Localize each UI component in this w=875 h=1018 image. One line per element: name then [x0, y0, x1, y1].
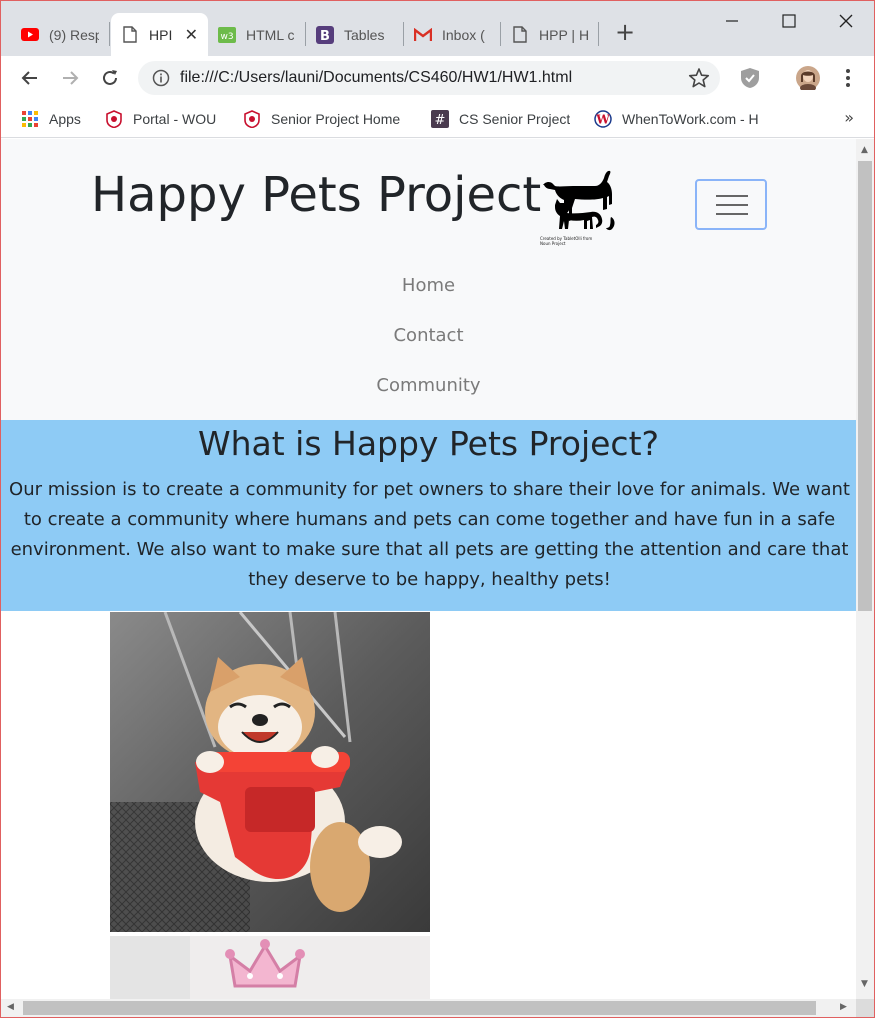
- tab-separator: [109, 22, 110, 46]
- close-tab-icon[interactable]: ✕: [185, 25, 198, 45]
- forward-button[interactable]: [56, 64, 84, 92]
- svg-text:#: #: [435, 113, 446, 128]
- hamburger-icon: [716, 195, 748, 197]
- tab-separator: [598, 22, 599, 46]
- hamburger-icon: [716, 204, 748, 206]
- new-tab-button[interactable]: +: [611, 18, 639, 46]
- wou-shield-icon: [105, 110, 123, 128]
- bookmark-label: WhenToWork.com - H: [622, 111, 759, 127]
- tab-bootstrap[interactable]: B Tables: [306, 13, 404, 56]
- hero-text: Our mission is to create a community for…: [9, 479, 850, 590]
- gmail-icon: [414, 26, 432, 44]
- tab-youtube[interactable]: (9) Resp: [11, 13, 109, 56]
- tab-title: HPP | H: [539, 26, 588, 43]
- back-button[interactable]: [16, 64, 44, 92]
- scroll-left-icon[interactable]: ◀: [7, 1002, 14, 1012]
- shield-extension-icon[interactable]: [738, 66, 762, 90]
- scrollbar-corner: [856, 999, 874, 1017]
- bookmark-label: Senior Project Home: [271, 111, 401, 127]
- vertical-scrollbar[interactable]: ▲ ▼: [856, 139, 874, 999]
- address-bar[interactable]: file:///C:/Users/launi/Documents/CS460/H…: [138, 61, 720, 95]
- bookmark-label: Apps: [49, 111, 81, 127]
- tab-active[interactable]: HPI ✕: [111, 13, 208, 56]
- svg-text:B: B: [320, 29, 330, 44]
- close-window-button[interactable]: [826, 7, 866, 35]
- forward-arrow-icon: [63, 71, 79, 85]
- whentowork-icon: W: [594, 110, 612, 128]
- logo-caption: Created by TabletOlli from Noun Project: [540, 236, 593, 246]
- nav-link-contact[interactable]: Contact: [1, 325, 856, 346]
- horizontal-scroll-thumb[interactable]: [23, 1001, 816, 1015]
- bookmark-senior-project-home[interactable]: Senior Project Home: [243, 108, 400, 130]
- browser-toolbar: file:///C:/Users/launi/Documents/CS460/H…: [1, 56, 874, 100]
- page-viewport: Happy Pets Project Created by TabletOlli…: [1, 139, 856, 999]
- bootstrap-icon: B: [316, 25, 334, 44]
- back-arrow-icon: [21, 71, 37, 85]
- tab-title: Inbox (: [442, 26, 485, 43]
- bookmark-label: CS Senior Project: [459, 111, 571, 127]
- tab-html[interactable]: w3 HTML c: [208, 13, 306, 56]
- reload-icon: [103, 70, 117, 85]
- bookmark-whentowork[interactable]: W WhenToWork.com - H: [594, 108, 766, 130]
- url-text[interactable]: file:///C:/Users/launi/Documents/CS460/H…: [180, 69, 572, 87]
- scroll-right-icon[interactable]: ▶: [840, 1002, 847, 1012]
- bookmarks-overflow-icon[interactable]: »: [844, 108, 854, 127]
- bookmarks-bar: Apps Portal - WOU Senior Project Home # …: [1, 100, 874, 138]
- bookmark-portal-wou[interactable]: Portal - WOU: [105, 108, 216, 130]
- tab-strip: (9) Resp HPI ✕ w3 HTML c B Tables Inbox …: [1, 1, 874, 56]
- hero-section: What is Happy Pets Project? Our mission …: [1, 420, 856, 611]
- tab-title: HTML c: [246, 26, 295, 43]
- scroll-down-icon[interactable]: ▼: [861, 979, 868, 989]
- bookmark-star-icon[interactable]: [688, 67, 710, 89]
- svg-text:w3: w3: [220, 32, 233, 42]
- wou-shield-icon: [243, 110, 261, 128]
- dog-swing-photo: [110, 612, 430, 932]
- avatar[interactable]: [796, 66, 820, 92]
- pets-logo-icon: [543, 170, 615, 231]
- page-icon: [121, 26, 139, 44]
- tab-hpp[interactable]: HPP | H: [501, 13, 598, 56]
- maximize-button[interactable]: [769, 7, 809, 35]
- menu-kebab-icon[interactable]: [836, 66, 860, 90]
- tab-title: Tables: [344, 26, 385, 43]
- page-icon: [511, 26, 529, 44]
- site-navbar: Happy Pets Project Created by TabletOlli…: [1, 139, 856, 420]
- reload-button[interactable]: [96, 64, 124, 92]
- hero-title: What is Happy Pets Project?: [197, 424, 660, 463]
- vertical-scroll-thumb[interactable]: [858, 161, 872, 611]
- w3-icon: w3: [218, 26, 236, 44]
- horizontal-scrollbar[interactable]: ◀ ▶: [1, 999, 856, 1017]
- bookmark-apps[interactable]: Apps: [21, 108, 81, 130]
- bookmark-cs-senior-project[interactable]: # CS Senior Project: [431, 108, 570, 130]
- site-brand[interactable]: Happy Pets Project: [91, 167, 541, 223]
- hash-icon: #: [431, 110, 449, 128]
- navbar-toggler-button[interactable]: [695, 179, 767, 230]
- info-icon[interactable]: [152, 69, 170, 87]
- youtube-icon: [21, 26, 39, 44]
- bookmark-label: Portal - WOU: [133, 111, 217, 127]
- minimize-button[interactable]: [712, 7, 752, 35]
- tab-title: HPI: [149, 26, 173, 43]
- svg-text:W: W: [595, 113, 610, 127]
- tab-gmail[interactable]: Inbox (: [404, 13, 501, 56]
- nav-link-home[interactable]: Home: [1, 275, 856, 296]
- pet-crown-photo: [110, 936, 430, 999]
- scroll-up-icon[interactable]: ▲: [861, 145, 868, 155]
- apps-grid-icon: [21, 110, 39, 128]
- hamburger-icon: [716, 213, 748, 215]
- nav-link-community[interactable]: Community: [1, 375, 856, 396]
- tab-title: (9) Resp: [49, 26, 99, 43]
